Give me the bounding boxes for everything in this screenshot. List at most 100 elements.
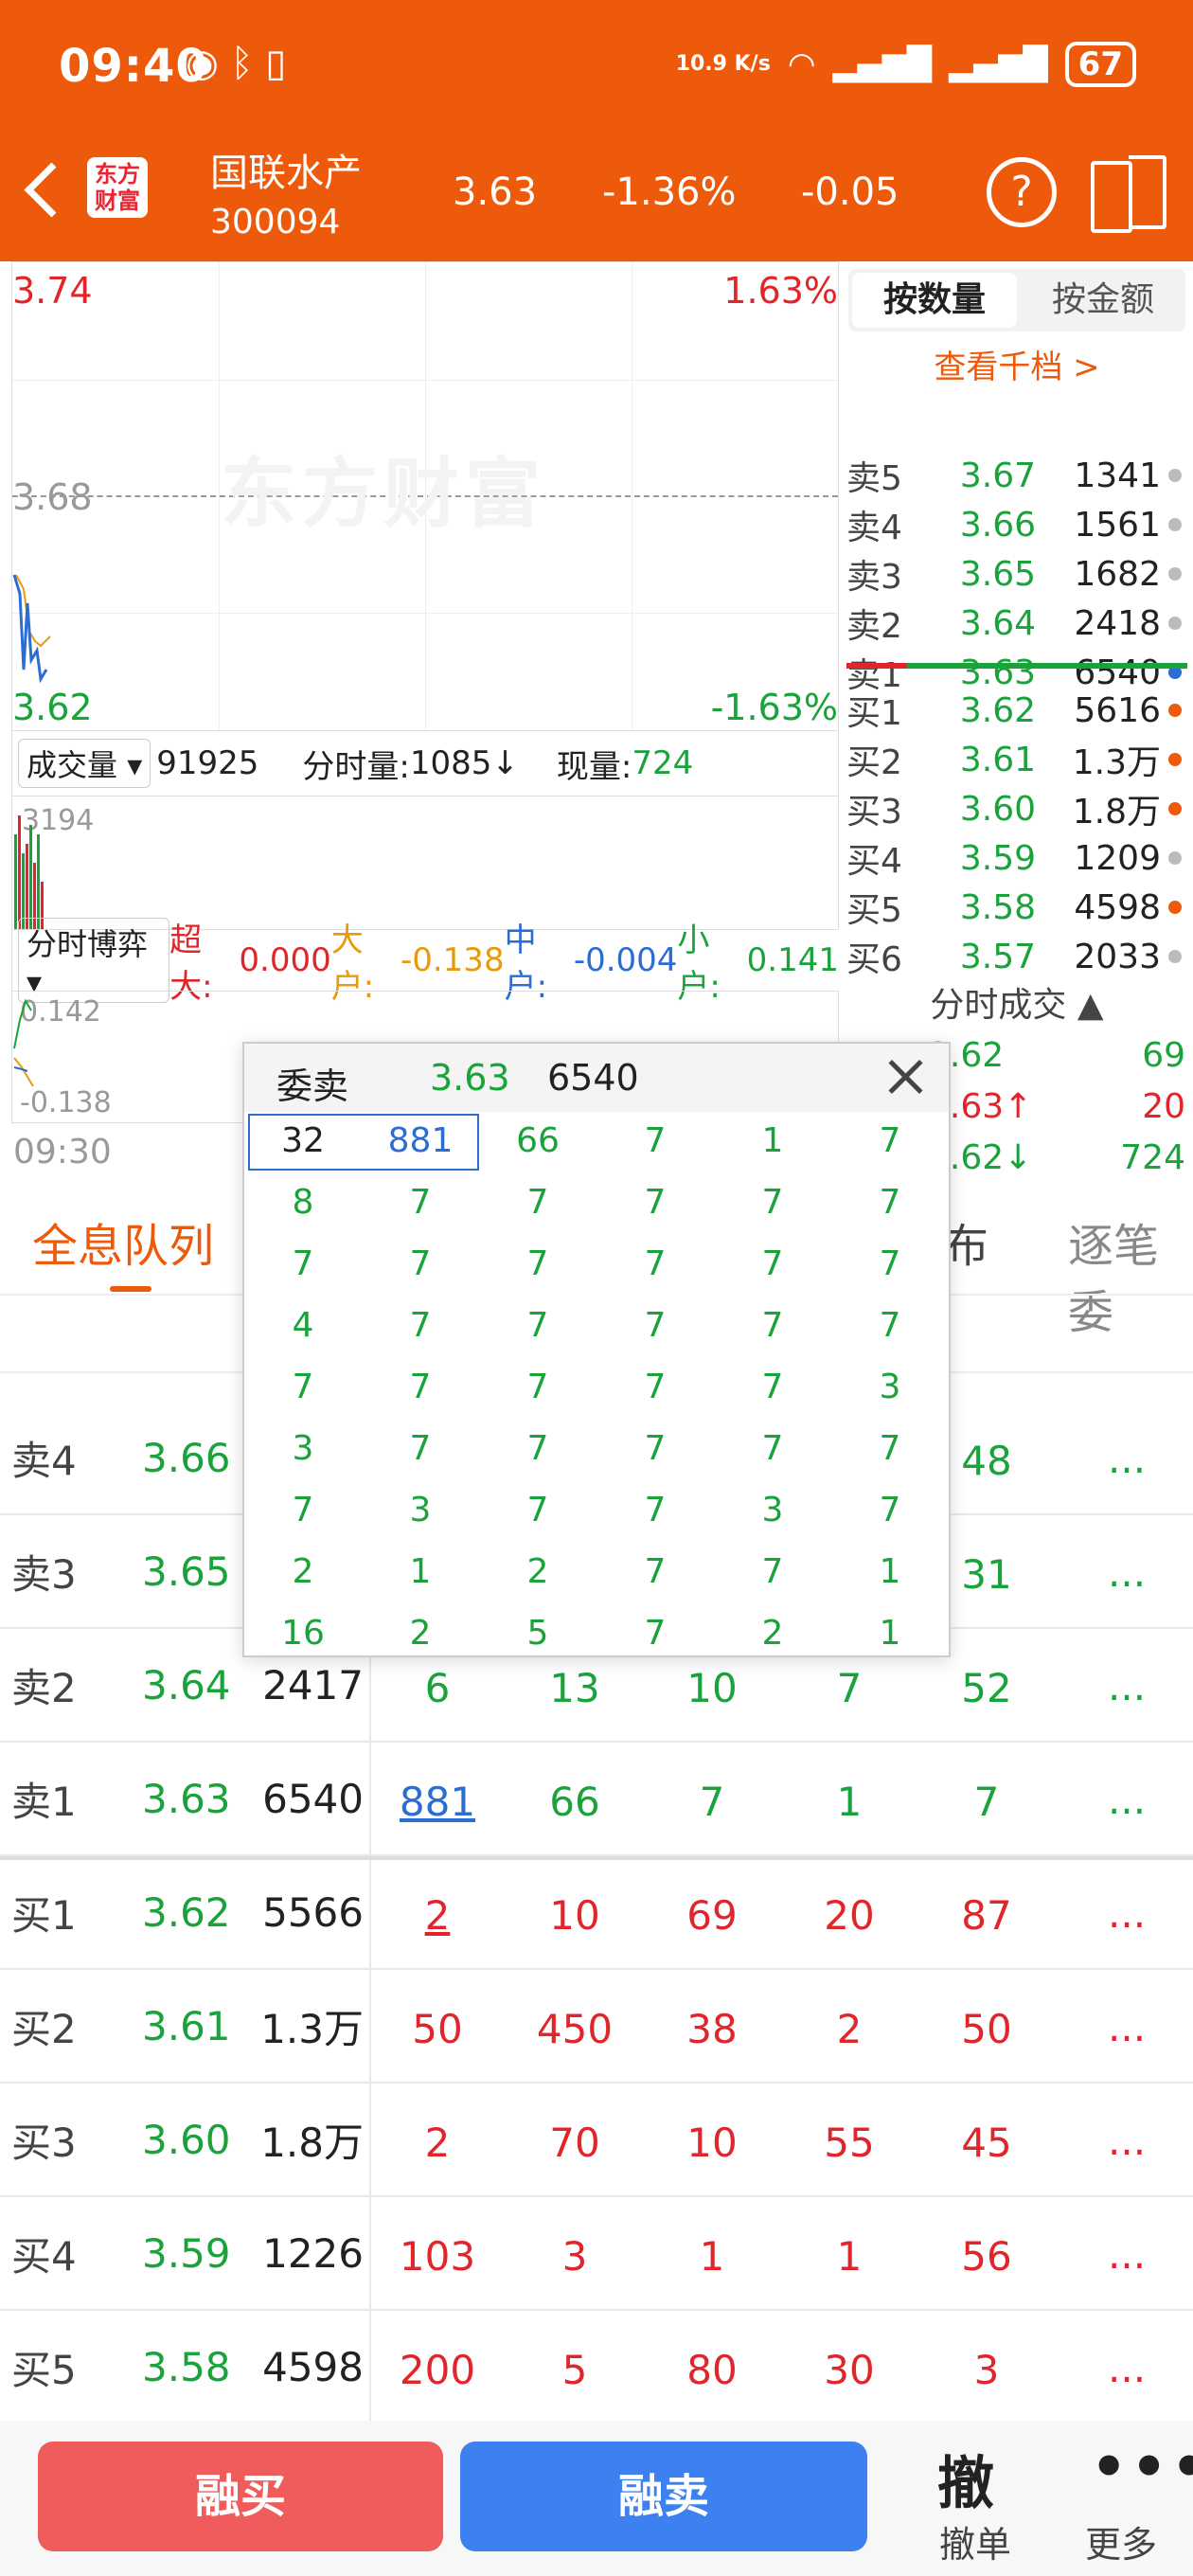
cancel-order-label[interactable]: 撤单 [939, 2515, 1011, 2567]
queue-order-cell[interactable]: 3 [518, 2233, 632, 2280]
queue-order-cell[interactable]: 66 [518, 1779, 632, 1825]
margin-buy-button[interactable]: 融买 [38, 2442, 443, 2551]
more-orders-icon[interactable]: ... [1108, 1890, 1146, 1937]
order-book-buy-4[interactable]: 买4 3.59 1209 [846, 833, 1189, 883]
popup-order-cell[interactable]: 5 [479, 1614, 596, 1653]
popup-order-cell[interactable]: 7 [596, 1121, 714, 1160]
popup-order-cell[interactable]: 3 [362, 1491, 479, 1530]
popup-order-cell[interactable]: 881 [362, 1121, 479, 1160]
cancel-order-icon[interactable]: 撤 [937, 2438, 994, 2520]
popup-order-cell[interactable]: 8 [244, 1183, 362, 1222]
queue-order-cell[interactable]: 50 [930, 2006, 1043, 2052]
popup-order-cell[interactable]: 7 [362, 1183, 479, 1222]
queue-order-cell[interactable]: 50 [381, 2006, 494, 2052]
queue-order-cell[interactable]: 7 [655, 1779, 769, 1825]
layout-switch-icon[interactable] [1091, 155, 1166, 233]
queue-row[interactable]: 买3 3.60 1.8万 2 70 10 55 45... [0, 2084, 1193, 2197]
popup-order-cell[interactable]: 7 [831, 1183, 949, 1222]
popup-order-cell[interactable]: 7 [479, 1306, 596, 1345]
tab-full-queue[interactable]: 全息队列 [32, 1208, 214, 1275]
popup-order-cell[interactable]: 7 [831, 1121, 949, 1160]
more-orders-icon[interactable]: ... [1108, 1663, 1146, 1709]
queue-order-cell[interactable]: 20 [792, 1892, 906, 1939]
popup-order-cell[interactable]: 7 [244, 1491, 362, 1530]
queue-order-cell[interactable]: 87 [930, 1892, 1043, 1939]
queue-order-cell[interactable]: 10 [655, 2120, 769, 2166]
queue-order-cell[interactable]: 881 [381, 1779, 494, 1825]
popup-order-cell[interactable]: 66 [479, 1121, 596, 1160]
view-thousand-levels-link[interactable]: 查看千档 > [848, 341, 1185, 387]
queue-order-cell[interactable]: 6 [381, 1665, 494, 1711]
popup-order-cell[interactable]: 7 [479, 1429, 596, 1468]
queue-order-cell[interactable]: 45 [930, 2120, 1043, 2166]
more-orders-icon[interactable]: ... [1108, 2118, 1146, 2164]
more-label[interactable]: 更多 [1085, 2515, 1157, 2567]
popup-order-cell[interactable]: 1 [831, 1552, 949, 1591]
queue-order-cell[interactable]: 70 [518, 2120, 632, 2166]
queue-order-cell[interactable]: 103 [381, 2233, 494, 2280]
popup-order-cell[interactable]: 7 [596, 1491, 714, 1530]
order-book-buy-3[interactable]: 买3 3.60 1.8万 [846, 784, 1189, 833]
popup-order-cell[interactable]: 7 [714, 1368, 831, 1406]
popup-order-cell[interactable]: 7 [831, 1491, 949, 1530]
popup-order-cell[interactable]: 7 [362, 1368, 479, 1406]
order-book-buy-2[interactable]: 买2 3.61 1.3万 [846, 735, 1189, 784]
popup-order-cell[interactable]: 7 [831, 1429, 949, 1468]
queue-order-cell[interactable]: 1 [792, 1779, 906, 1825]
more-orders-icon[interactable]: ... [1108, 2345, 1146, 2391]
order-book-buy-6[interactable]: 买6 3.57 2033 [846, 932, 1189, 981]
queue-order-cell[interactable]: 200 [381, 2347, 494, 2393]
popup-order-cell[interactable]: 16 [244, 1614, 362, 1653]
popup-order-cell[interactable]: 7 [596, 1552, 714, 1591]
popup-order-cell[interactable]: 3 [831, 1368, 949, 1406]
queue-order-cell[interactable]: 52 [930, 1665, 1043, 1711]
popup-order-cell[interactable]: 7 [831, 1244, 949, 1283]
queue-order-cell[interactable]: 30 [792, 2347, 906, 2393]
popup-order-cell[interactable]: 32 [244, 1121, 362, 1160]
popup-order-cell[interactable]: 7 [479, 1368, 596, 1406]
popup-order-cell[interactable]: 7 [596, 1614, 714, 1653]
order-book-sell-4[interactable]: 卖4 3.66 1561 [846, 500, 1189, 549]
queue-order-cell[interactable]: 2 [792, 2006, 906, 2052]
popup-order-cell[interactable]: 2 [244, 1552, 362, 1591]
more-orders-icon[interactable]: ... [1108, 1436, 1146, 1482]
popup-order-cell[interactable]: 7 [714, 1244, 831, 1283]
order-book-buy-5[interactable]: 买5 3.58 4598 [846, 883, 1189, 932]
order-book-buy-1[interactable]: 买1 3.62 5616 [846, 686, 1189, 735]
queue-order-cell[interactable]: 7 [792, 1665, 906, 1711]
queue-order-cell[interactable]: 2 [381, 2120, 494, 2166]
price-chart[interactable]: 东方财富 3.74 1.63% 3.68 3.62 -1.63% [11, 261, 839, 731]
popup-order-cell[interactable]: 7 [479, 1244, 596, 1283]
popup-order-cell[interactable]: 7 [714, 1429, 831, 1468]
queue-order-cell[interactable]: 7 [930, 1779, 1043, 1825]
close-icon[interactable] [882, 1053, 930, 1100]
tab-by-qty[interactable]: 按数量 [852, 273, 1017, 328]
back-icon[interactable] [23, 159, 61, 216]
queue-order-cell[interactable]: 1 [655, 2233, 769, 2280]
queue-order-cell[interactable]: 1 [792, 2233, 906, 2280]
popup-order-cell[interactable]: 1 [831, 1614, 949, 1653]
queue-order-cell[interactable]: 450 [518, 2006, 632, 2052]
popup-order-cell[interactable]: 7 [596, 1429, 714, 1468]
queue-row[interactable]: 卖1 3.63 6540 881 66 7 1 7... [0, 1743, 1193, 1856]
order-book-sell-5[interactable]: 卖5 3.67 1341 [846, 451, 1189, 500]
queue-order-cell[interactable]: 55 [792, 2120, 906, 2166]
popup-order-cell[interactable]: 7 [479, 1183, 596, 1222]
queue-order-cell[interactable]: 10 [518, 1892, 632, 1939]
popup-order-cell[interactable]: 7 [362, 1429, 479, 1468]
help-icon[interactable]: ? [987, 157, 1057, 227]
popup-order-cell[interactable]: 2 [714, 1614, 831, 1653]
popup-order-cell[interactable]: 4 [244, 1306, 362, 1345]
popup-order-cell[interactable]: 7 [244, 1368, 362, 1406]
more-orders-icon[interactable]: ... [1108, 2004, 1146, 2050]
fen-shi-trades-title[interactable]: 分时成交 ▲ [848, 977, 1185, 1027]
popup-order-cell[interactable]: 1 [362, 1552, 479, 1591]
popup-order-cell[interactable]: 7 [362, 1306, 479, 1345]
queue-order-cell[interactable]: 3 [930, 2347, 1043, 2393]
more-orders-icon[interactable]: ... [1108, 1777, 1146, 1823]
popup-order-cell[interactable]: 7 [596, 1244, 714, 1283]
queue-order-cell[interactable]: 38 [655, 2006, 769, 2052]
queue-order-cell[interactable]: 80 [655, 2347, 769, 2393]
queue-row[interactable]: 买1 3.62 5566 2 10 69 20 87... [0, 1856, 1193, 1970]
order-book-sell-3[interactable]: 卖3 3.65 1682 [846, 549, 1189, 599]
